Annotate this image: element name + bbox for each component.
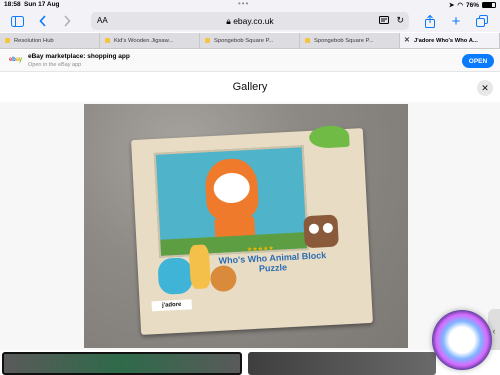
siri-icon[interactable]	[432, 310, 492, 370]
url-host: 🔒︎ ebay.co.uk	[91, 16, 409, 27]
status-bar: 18:58 Sun 17 Aug ••• ➤ ◠ 76%	[0, 0, 500, 10]
sidebar-icon[interactable]	[10, 14, 24, 28]
battery-percent: 76%	[465, 1, 479, 9]
owl-illustration	[303, 214, 339, 249]
tab-spongebob-1[interactable]: Spongebob Square P...	[200, 33, 300, 48]
thumbnail-1-selected[interactable]	[2, 352, 242, 375]
battery-icon	[482, 2, 496, 8]
tabs-icon[interactable]	[475, 14, 489, 28]
tab-strip: Resolution Hub Kid's Wooden Jigsaw... Sp…	[0, 33, 500, 49]
gallery-main: ★★★★★ Who's Who Animal Block Puzzle j'ad…	[0, 102, 500, 353]
owl-eye	[322, 222, 334, 234]
leaf-decoration	[308, 124, 350, 149]
tab-label: Spongebob Square P...	[214, 37, 274, 44]
banner-subtitle: Open in the eBay app	[28, 62, 82, 68]
app-banner: ebay eBay marketplace: shopping app Open…	[0, 50, 500, 72]
status-time: 18:58	[4, 1, 21, 8]
lock-icon: 🔒︎	[226, 16, 231, 26]
tab-resolution-hub[interactable]: Resolution Hub	[0, 33, 100, 48]
box-title: Who's Who Animal Block Puzzle	[218, 250, 327, 274]
status-date: Sun 17 Aug	[24, 1, 60, 8]
banner-title: eBay marketplace: shopping app	[28, 53, 130, 60]
favicon-icon	[305, 38, 310, 43]
giraffe-illustration	[188, 244, 211, 290]
share-icon[interactable]	[423, 14, 437, 28]
tab-label: Kid's Wooden Jigsaw...	[114, 37, 174, 44]
favicon-icon	[205, 38, 210, 43]
close-tab-icon[interactable]: ✕	[404, 36, 410, 44]
tab-wooden-jigsaw[interactable]: Kid's Wooden Jigsaw...	[100, 33, 200, 48]
address-bar[interactable]: AA 🔒︎ ebay.co.uk ↻	[91, 12, 409, 30]
tab-label: Resolution Hub	[14, 37, 54, 44]
favicon-icon	[105, 38, 110, 43]
browser-toolbar: AA 🔒︎ ebay.co.uk ↻ +	[0, 10, 500, 32]
tab-label: J'adore Who's Who A...	[414, 37, 478, 44]
close-icon[interactable]: ✕	[477, 80, 493, 96]
brand-label: j'adore	[151, 299, 192, 312]
gallery-header: Gallery ✕	[0, 72, 500, 102]
favicon-icon	[5, 38, 10, 43]
chevron-left-icon[interactable]	[36, 14, 50, 28]
gallery-title: Gallery	[232, 81, 268, 93]
puzzle-blocks	[153, 145, 310, 258]
url-host-text: ebay.co.uk	[233, 16, 274, 26]
tab-spongebob-2[interactable]: Spongebob Square P...	[300, 33, 400, 48]
rating-stars: ★★★★★	[246, 245, 275, 254]
wifi-icon: ◠	[457, 2, 463, 9]
open-app-button[interactable]: OPEN	[462, 54, 494, 68]
ebay-logo: ebay	[9, 57, 22, 63]
thumbnail-2[interactable]	[248, 352, 436, 375]
owl-eye	[308, 223, 320, 235]
product-photo[interactable]: ★★★★★ Who's Who Animal Block Puzzle j'ad…	[84, 104, 408, 348]
reader-icon[interactable]	[379, 16, 389, 26]
reload-icon[interactable]: ↻	[396, 15, 404, 26]
puzzle-box: ★★★★★ Who's Who Animal Block Puzzle j'ad…	[131, 124, 373, 335]
elephant-illustration	[157, 257, 194, 295]
status-indicators: ➤ ◠ 76%	[449, 1, 496, 9]
tab-jadore-active[interactable]: ✕ J'adore Who's Who A...	[400, 33, 500, 48]
multitasking-dots-icon[interactable]: •••	[238, 0, 249, 8]
location-icon: ➤	[448, 2, 455, 9]
thumbnail-strip	[0, 350, 500, 375]
chevron-right-icon[interactable]	[60, 14, 74, 28]
tab-label: Spongebob Square P...	[314, 37, 374, 44]
plus-icon[interactable]: +	[449, 13, 463, 30]
battery-fill	[483, 3, 493, 7]
